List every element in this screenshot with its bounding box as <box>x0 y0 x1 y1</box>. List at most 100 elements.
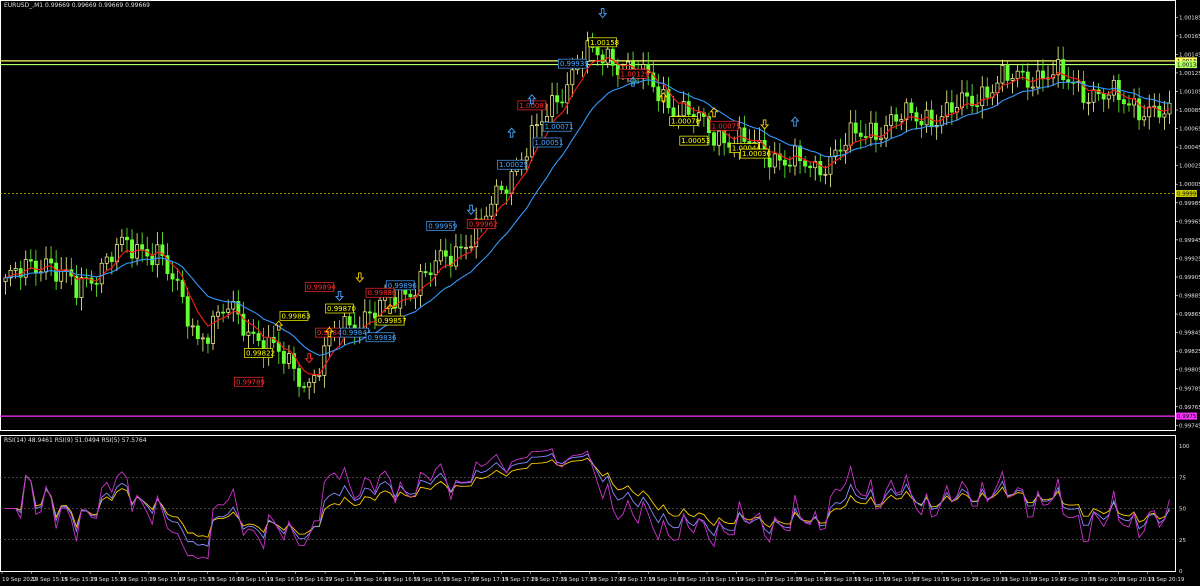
candle-body <box>119 236 124 245</box>
price-tick-label: 1.00005 <box>1179 182 1200 188</box>
candle-body <box>433 260 438 276</box>
candle-body <box>150 255 155 266</box>
candle-body <box>772 153 777 168</box>
price-tick-label: 0.99965 <box>1179 219 1200 225</box>
candle-body <box>109 256 114 263</box>
candle-body <box>717 130 722 146</box>
price-tick-label: 0.99765 <box>1179 405 1200 411</box>
candle-body <box>469 246 474 249</box>
candle-body <box>13 268 18 271</box>
price-tick-label: 1.00025 <box>1179 164 1200 170</box>
candle-body <box>975 105 980 107</box>
candle-body <box>130 239 134 259</box>
price-tick-label: 0.99985 <box>1179 201 1200 207</box>
rsi-9-line <box>5 453 1170 547</box>
candle-body <box>843 144 848 152</box>
candle-body <box>960 92 964 108</box>
candle-body <box>504 189 509 194</box>
candle-body <box>1086 101 1091 104</box>
candle-body <box>798 145 802 162</box>
price-tick-label: 1.00165 <box>1179 34 1200 40</box>
price-label: 1.00025 <box>499 161 528 169</box>
mid-yellow-level-tag-text: 0.99995 <box>1177 191 1200 197</box>
price-label: 0.99863 <box>281 312 310 320</box>
candle-body <box>939 116 944 126</box>
price-tick-label: 1.00045 <box>1179 145 1200 151</box>
price-tick-label: 0.99905 <box>1179 275 1200 281</box>
horizontal-levels <box>0 60 1175 417</box>
candle-body <box>464 247 468 249</box>
candle-body <box>1127 103 1131 106</box>
price-label: 0.99959 <box>428 222 457 230</box>
price-tick-label: 1.00125 <box>1179 71 1200 77</box>
candle-body <box>135 244 140 259</box>
rsi-panel <box>0 448 1175 560</box>
price-label: 1.00036 <box>742 150 771 158</box>
candle-body <box>980 86 985 106</box>
price-label: 1.00053 <box>681 137 710 145</box>
candle-body <box>104 256 109 264</box>
price-label: 0.99870 <box>327 305 356 313</box>
candle-body <box>1015 70 1020 79</box>
price-label: 0.99939 <box>560 60 589 68</box>
price-tick-label: 0.99865 <box>1179 312 1200 318</box>
time-tick-label: 19 Sep 20:19 <box>1148 577 1185 583</box>
candle-body <box>494 185 499 205</box>
candle-body <box>1061 59 1066 81</box>
candle-body <box>1005 65 1010 81</box>
rsi-14-line <box>5 457 1170 538</box>
candle-body <box>200 337 205 340</box>
candle-body <box>1010 78 1015 81</box>
down-arrow-icon <box>466 204 476 215</box>
candle-body <box>49 258 54 264</box>
candle-body <box>929 109 934 128</box>
candle-body <box>195 325 200 340</box>
candle-body <box>534 124 539 127</box>
candle-body <box>1137 98 1142 121</box>
down-arrow-icon <box>355 272 365 283</box>
candle-body <box>879 137 883 140</box>
candle-body <box>1142 116 1147 121</box>
price-tick-label: 0.99845 <box>1179 331 1200 337</box>
candle-body <box>140 244 145 250</box>
candle-body <box>423 271 428 274</box>
candle-body <box>79 277 84 298</box>
candle-body <box>863 136 868 138</box>
candle-body <box>322 345 327 376</box>
candle-body <box>307 382 312 388</box>
candle-body <box>3 277 8 282</box>
price-tick-label: 0.99785 <box>1179 386 1200 392</box>
candle-body <box>94 282 99 285</box>
candle-body <box>211 315 215 344</box>
candle-body <box>965 92 969 97</box>
candle-body <box>889 114 894 126</box>
price-tick-label: 0.99885 <box>1179 294 1200 300</box>
price-label: 0.99836 <box>368 334 397 342</box>
candle-body <box>545 116 549 123</box>
candle-body <box>408 293 413 298</box>
price-tick-label: 1.00065 <box>1179 127 1200 133</box>
down-arrow-icon <box>598 8 608 19</box>
candle-body <box>286 353 291 364</box>
candle-body <box>1111 79 1116 96</box>
candle-body <box>595 47 600 56</box>
price-tick-label: 0.99825 <box>1179 349 1200 355</box>
candle-body <box>175 278 180 281</box>
candle-body <box>327 335 332 347</box>
candle-body <box>671 107 676 117</box>
price-label: 0.99789 <box>236 378 265 386</box>
candle-body <box>853 122 858 134</box>
candle-body <box>570 69 575 86</box>
candle-body <box>550 95 555 117</box>
candle-body <box>600 54 605 64</box>
rsi-tick-label: 75 <box>1179 475 1186 481</box>
candle-body <box>428 272 433 276</box>
candle-body <box>33 260 38 274</box>
candle-body <box>949 102 954 113</box>
price-label: 1.00129 <box>621 70 650 78</box>
candle-body <box>312 375 317 383</box>
candle-body <box>565 84 570 104</box>
rsi-tick-label: 100 <box>1179 444 1190 450</box>
price-chart[interactable]: 1.00158 0.99939 1.00129 1.00081 1.00078 1.000… <box>0 0 1200 586</box>
candle-body <box>610 48 615 66</box>
